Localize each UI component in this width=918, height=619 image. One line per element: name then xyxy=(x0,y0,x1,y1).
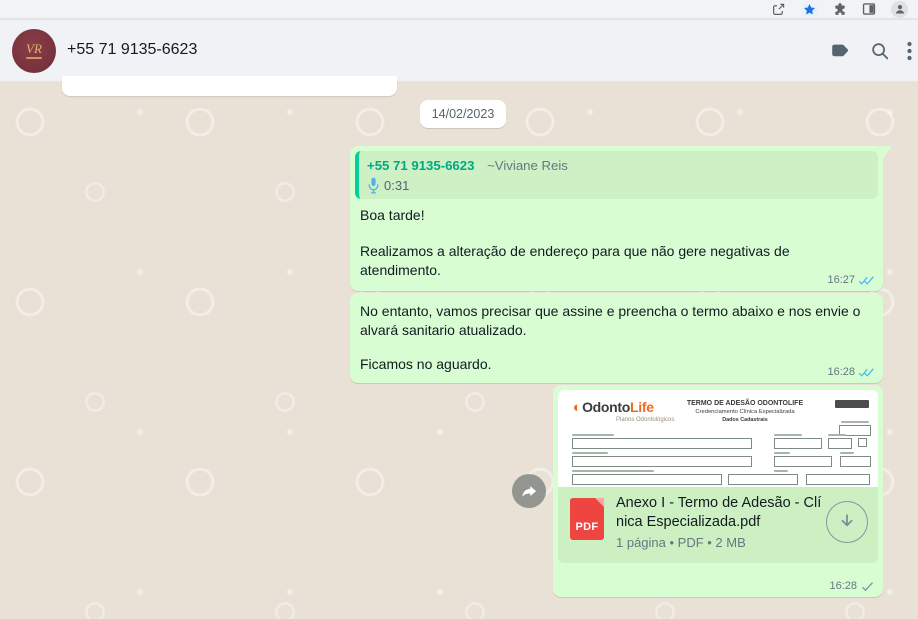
voice-duration: 0:31 xyxy=(384,178,410,193)
document-preview[interactable]: ◖ Odonto Life Planos Odontológicos TERMO… xyxy=(558,390,878,487)
label-icon[interactable] xyxy=(820,31,860,71)
message-text: Realizamos a alteração de endereço para … xyxy=(360,243,790,278)
file-name: Anexo I - Termo de Adesão - Clínica Espe… xyxy=(616,495,822,530)
quote-sender-name: ~Viviane Reis xyxy=(487,158,568,173)
message-time: 16:28 xyxy=(827,366,855,378)
message-time: 16:28 xyxy=(829,580,857,592)
logo-text-accent: Life xyxy=(630,399,654,415)
message-bubble[interactable]: +55 71 9135-6623 ~Viviane Reis 0:31 Boa … xyxy=(350,146,892,291)
partial-incoming-bubble xyxy=(62,76,397,96)
chat-area: 14/02/2023 +55 71 9135-6623 ~Viviane Rei… xyxy=(0,76,918,619)
profile-icon[interactable] xyxy=(891,0,908,18)
quote-sender-number: +55 71 9135-6623 xyxy=(367,158,475,173)
bookmark-star-icon[interactable] xyxy=(801,0,818,18)
document-title: TERMO DE ADESÃO ODONTOLIFE xyxy=(686,400,804,407)
share-icon[interactable] xyxy=(771,2,786,17)
ans-badge xyxy=(835,400,869,408)
document-subtitle: Credenciamento Clínica Especializada xyxy=(695,409,795,415)
forward-button[interactable] xyxy=(512,474,546,508)
file-meta: 1 página • PDF • 2 MB xyxy=(616,535,746,550)
side-panel-icon[interactable] xyxy=(862,2,876,16)
message-text: Ficamos no aguardo. xyxy=(360,356,492,372)
microphone-icon xyxy=(368,177,379,194)
odontolife-logo-icon: ◖ xyxy=(571,399,581,416)
chat-title[interactable]: +55 71 9135-6623 xyxy=(67,41,197,59)
logo-text: Odonto xyxy=(582,399,631,415)
quoted-message[interactable]: +55 71 9135-6623 ~Viviane Reis 0:31 xyxy=(355,151,878,199)
chat-header: VR +55 71 9135-6623 xyxy=(0,20,918,82)
sent-receipt-icon xyxy=(861,581,874,591)
avatar-monogram: VR xyxy=(26,41,42,56)
search-icon[interactable] xyxy=(860,31,900,71)
forward-arrow-icon xyxy=(521,485,536,497)
document-subtitle2: Dados Cadastrais xyxy=(722,417,768,423)
browser-window: VR +55 71 9135-6623 14/02/2023 +55 71 91 xyxy=(0,0,918,619)
logo-tagline: Planos Odontológicos xyxy=(616,417,675,423)
read-receipt-icon xyxy=(858,367,874,377)
document-message[interactable]: ◖ Odonto Life Planos Odontológicos TERMO… xyxy=(553,385,883,597)
contact-avatar[interactable]: VR xyxy=(12,29,56,73)
browser-toolbar xyxy=(0,0,918,19)
document-file-row[interactable]: PDF Anexo I - Termo de Adesão - Clínica … xyxy=(558,487,878,563)
extensions-icon[interactable] xyxy=(833,2,847,16)
message-time: 16:27 xyxy=(827,274,855,286)
pdf-icon: PDF xyxy=(570,498,604,540)
date-divider: 14/02/2023 xyxy=(420,100,506,128)
download-arrow-icon xyxy=(841,514,853,527)
download-button[interactable] xyxy=(826,501,868,543)
message-bubble[interactable]: No entanto, vamos precisar que assine e … xyxy=(350,293,883,383)
message-text: No entanto, vamos precisar que assine e … xyxy=(360,303,861,338)
read-receipt-icon xyxy=(858,275,874,285)
bubble-tail xyxy=(882,146,892,160)
menu-icon[interactable] xyxy=(900,31,918,71)
message-text: Boa tarde! xyxy=(360,207,425,223)
